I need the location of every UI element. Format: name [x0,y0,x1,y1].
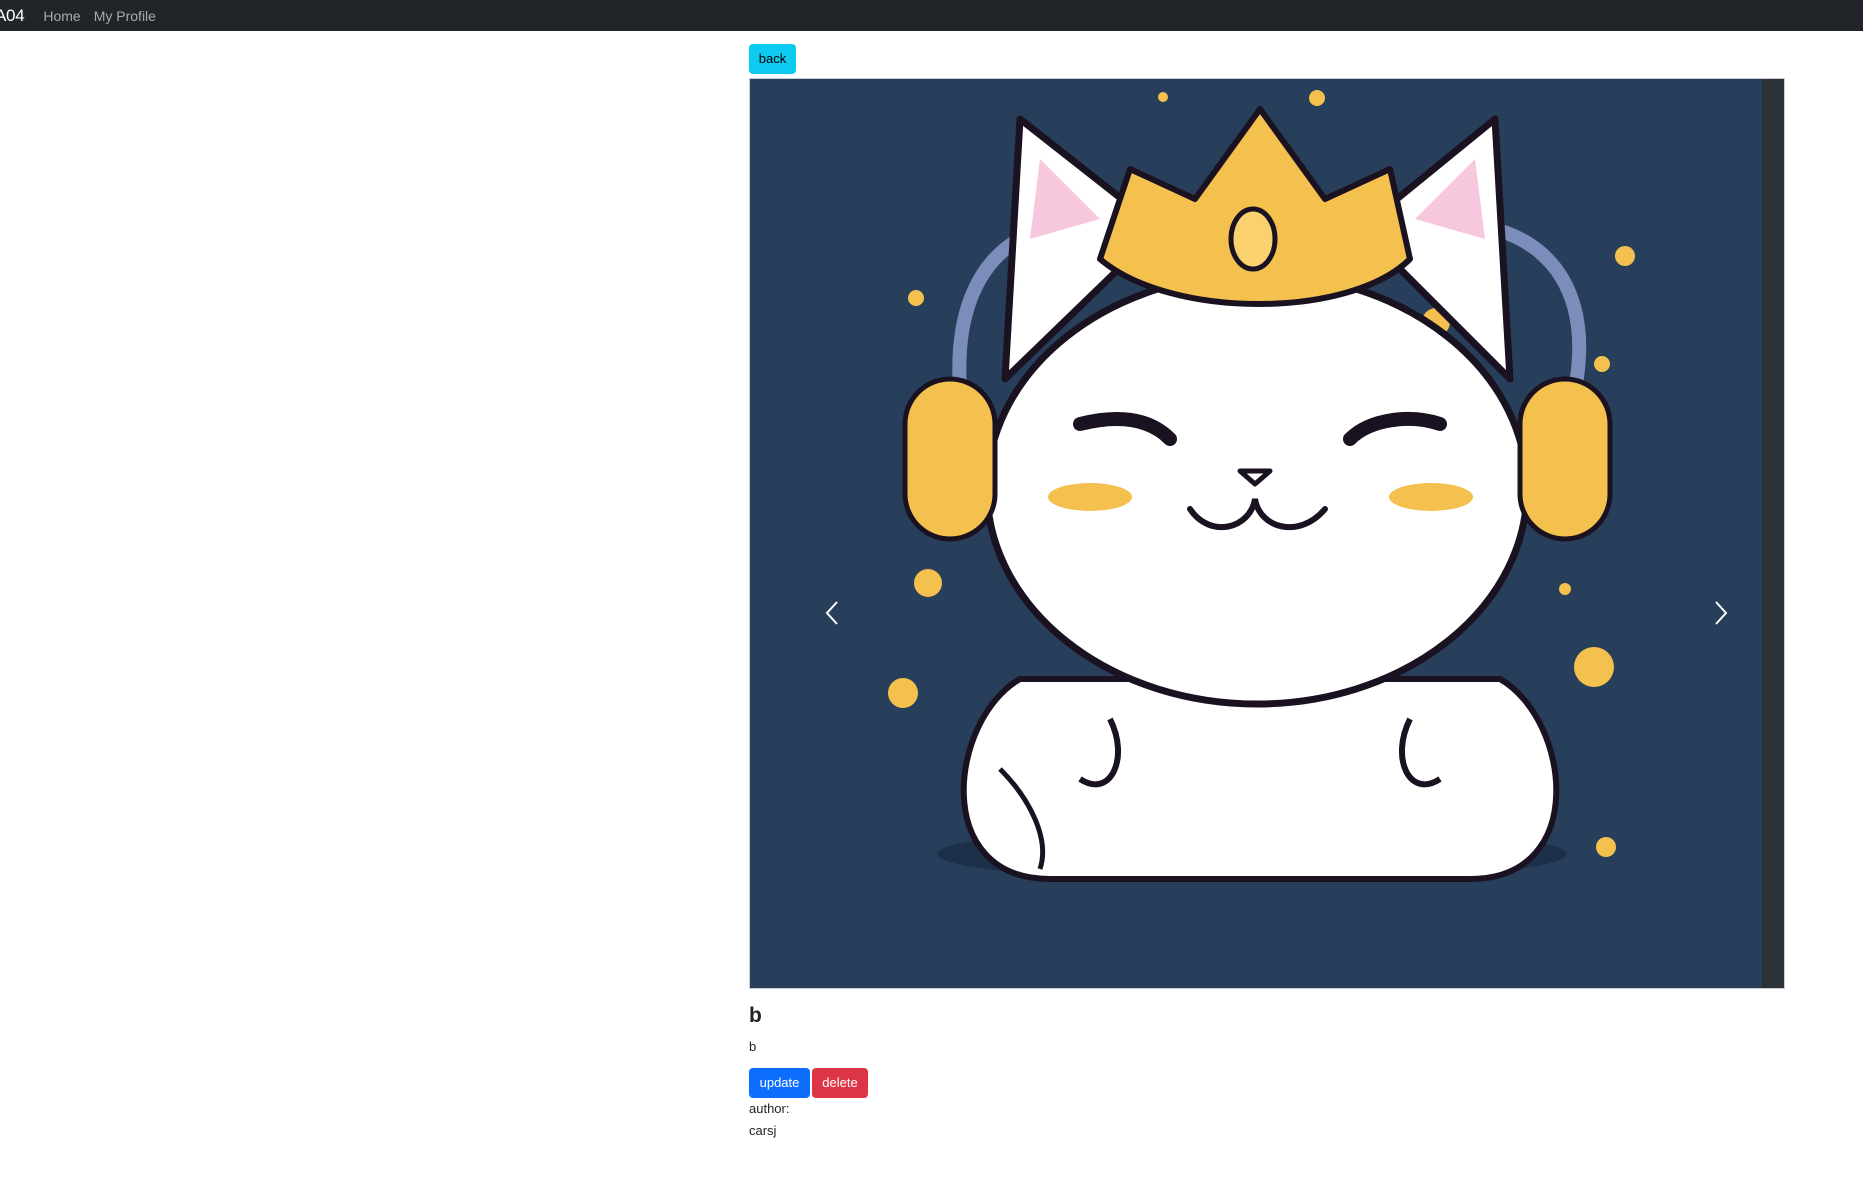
chevron-left-icon [825,601,838,625]
carousel-prev-button[interactable] [817,595,847,631]
author-name: carsj [749,1123,777,1138]
post-title: b [749,1004,762,1027]
delete-button[interactable]: delete [812,1068,868,1098]
image-carousel [749,78,1785,989]
top-navbar: A04 Home My Profile [0,0,1863,31]
navbar-brand[interactable]: A04 [0,6,25,26]
nav-link-my-profile[interactable]: My Profile [94,8,156,24]
chevron-right-icon [1715,601,1728,625]
cat-image [888,90,1635,882]
image-edge-strip [1762,79,1784,988]
post-detail-container: back [749,44,1785,74]
carousel-next-button[interactable] [1706,595,1736,631]
update-button[interactable]: update [749,1068,810,1098]
back-button[interactable]: back [749,44,796,74]
post-actions: update delete [749,1068,868,1098]
post-description: b [749,1039,757,1054]
author-label: author: [749,1101,790,1116]
nav-link-home[interactable]: Home [43,8,80,24]
